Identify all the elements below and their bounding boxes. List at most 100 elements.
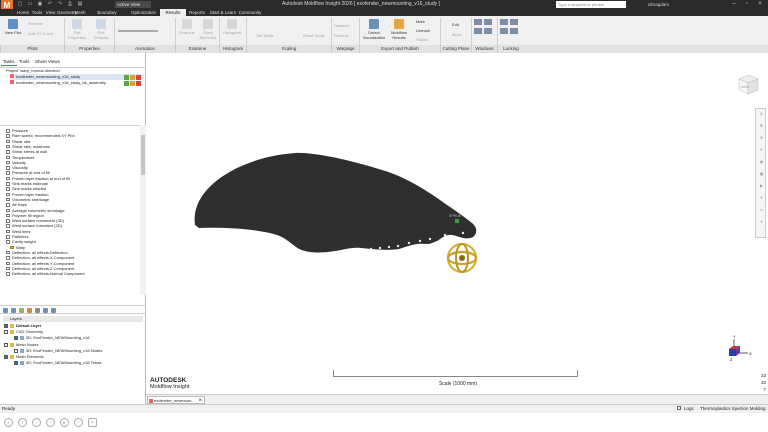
center-icon[interactable]: ✛: [758, 195, 765, 201]
add-xy-curve-button[interactable]: Add XY Curve: [28, 31, 64, 36]
result-checkbox[interactable]: [6, 150, 10, 154]
maximize-icon[interactable]: ▫: [741, 0, 753, 9]
result-checkbox[interactable]: [6, 240, 10, 244]
layer-row[interactable]: Mesh Nodes: [4, 342, 38, 348]
steering-wheel-icon[interactable]: ◎: [758, 111, 765, 117]
histogram-button[interactable]: Histogram: [221, 19, 243, 35]
nav-history-icon[interactable]: ◦: [46, 418, 55, 427]
set-scale-button[interactable]: Set Scale: [252, 33, 278, 38]
layer-row[interactable]: 3D: ExoFender_NEWMounting_v16 Tetras: [14, 360, 102, 366]
tab-home[interactable]: Home: [16, 9, 30, 16]
layer-properties-icon[interactable]: [27, 308, 32, 313]
tab-tools[interactable]: Tools: [30, 9, 44, 16]
rotate-gizmo-icon[interactable]: [446, 242, 478, 274]
result-checkbox[interactable]: [6, 224, 10, 228]
search-input[interactable]: Type a keyword or phrase: [556, 1, 626, 8]
deselect-button[interactable]: Deselect: [334, 23, 358, 28]
tab-community[interactable]: Community: [238, 9, 262, 16]
reverse-button[interactable]: Reverse: [334, 33, 358, 38]
undo-icon[interactable]: ↶: [46, 1, 54, 8]
folder-icon[interactable]: [10, 245, 14, 250]
tab-view[interactable]: View: [44, 9, 57, 16]
orbit-icon[interactable]: ⟳: [758, 147, 765, 153]
print-icon[interactable]: ⎙: [66, 1, 74, 8]
result-checkbox[interactable]: [6, 219, 10, 223]
result-checkbox[interactable]: [6, 197, 10, 202]
result-checkbox[interactable]: [6, 261, 10, 265]
scrollbar-thumb[interactable]: [141, 135, 145, 175]
tab-start-learn[interactable]: Start & Learn: [208, 9, 238, 16]
nav-back-icon[interactable]: ‹: [4, 418, 13, 427]
tab-geometry[interactable]: Geometry: [57, 9, 77, 16]
result-checkbox[interactable]: [6, 166, 10, 170]
close-panel-icon[interactable]: ×: [88, 418, 97, 427]
pan-icon[interactable]: ✥: [758, 123, 765, 129]
tab-boundary-conditions[interactable]: Boundary Conditions: [87, 9, 127, 22]
result-checkbox[interactable]: [6, 229, 10, 234]
viewcube-icon[interactable]: FRONT: [735, 70, 761, 98]
visible-button[interactable]: Visible: [416, 37, 438, 42]
nav-pause-icon[interactable]: ◦: [74, 418, 83, 427]
layer-checkbox[interactable]: [14, 336, 18, 341]
move-cutting-plane-button[interactable]: Move: [452, 32, 468, 37]
document-tab[interactable]: exofender_newmoun... ×: [147, 396, 205, 404]
layer-checkbox[interactable]: [4, 354, 8, 359]
reset-scale-button[interactable]: Reset Scale: [300, 33, 328, 38]
new-layer-icon[interactable]: [3, 308, 8, 313]
layer-row[interactable]: Mesh Elements: [4, 354, 44, 360]
open-icon[interactable]: ▭: [26, 1, 34, 8]
nav-forward-icon[interactable]: ›: [18, 418, 27, 427]
show-sketches-button[interactable]: Show Sketches: [198, 19, 218, 40]
new-plot-button[interactable]: New Plot: [3, 19, 23, 35]
rename-button[interactable]: Rename: [28, 21, 50, 26]
save-icon[interactable]: ▣: [36, 1, 44, 8]
defect-visualization-button[interactable]: Defect Visualization: [361, 19, 387, 40]
delete-layer-icon[interactable]: [11, 308, 16, 313]
active-view-dropdown[interactable]: Active View: [115, 1, 151, 8]
layer-row[interactable]: CAD Geometry: [4, 329, 43, 335]
result-checkbox[interactable]: [6, 134, 10, 138]
result-checkbox[interactable]: [6, 182, 10, 186]
result-checkbox[interactable]: [6, 139, 10, 144]
result-checkbox[interactable]: [6, 129, 10, 133]
tab-tasks[interactable]: Tasks: [1, 58, 17, 66]
display-icon[interactable]: ▤: [76, 1, 84, 8]
result-checkbox[interactable]: [6, 266, 10, 271]
result-checkbox[interactable]: [6, 235, 10, 239]
result-checkbox[interactable]: [6, 250, 10, 255]
new-icon[interactable]: ▢: [16, 1, 24, 8]
result-checkbox[interactable]: [6, 213, 10, 218]
animation-slider[interactable]: [118, 30, 158, 32]
result-checkbox[interactable]: [6, 256, 10, 260]
select-icon[interactable]: ▶: [758, 183, 765, 189]
result-checkbox[interactable]: [6, 144, 10, 149]
results-scrollbar[interactable]: [140, 125, 146, 295]
mark-button[interactable]: Mark: [416, 19, 438, 24]
result-checkbox[interactable]: [6, 203, 10, 207]
logs-button[interactable]: Logs: [684, 406, 694, 411]
layer-row[interactable]: 3D: ExoFender_NEWMounting_v16 Nodes: [14, 348, 102, 354]
nav-play-icon[interactable]: ▸: [60, 418, 69, 427]
layer-checkbox[interactable]: [4, 323, 8, 328]
layer-row[interactable]: Default Layer: [4, 323, 41, 329]
fit-icon[interactable]: ▣: [758, 171, 765, 177]
edit-cutting-plane-button[interactable]: Edit: [452, 22, 468, 27]
tab-sheet-views[interactable]: Sheet Views: [33, 58, 62, 66]
result-checkbox[interactable]: [6, 171, 10, 175]
result-checkbox[interactable]: [6, 160, 10, 165]
tab-optimization[interactable]: Optimization: [127, 9, 160, 16]
examine-button[interactable]: Examine: [177, 19, 197, 35]
layer-checkbox[interactable]: [14, 348, 18, 353]
result-checkbox[interactable]: [6, 272, 10, 276]
layer-checkbox[interactable]: [4, 342, 8, 347]
moldflow-results-button[interactable]: Moldflow Results: [387, 19, 411, 40]
settings-icon[interactable]: ▾: [758, 219, 765, 225]
show-labels-icon[interactable]: [51, 308, 56, 313]
nav-home-icon[interactable]: ◦: [32, 418, 41, 427]
result-checkbox[interactable]: [6, 176, 10, 181]
plot-defaults-button[interactable]: Plot Defaults: [90, 19, 112, 40]
unmark-button[interactable]: Unmark: [416, 28, 438, 33]
result-checkbox[interactable]: [6, 208, 10, 212]
layer-checkbox[interactable]: [4, 330, 8, 335]
result-checkbox[interactable]: [6, 192, 10, 197]
